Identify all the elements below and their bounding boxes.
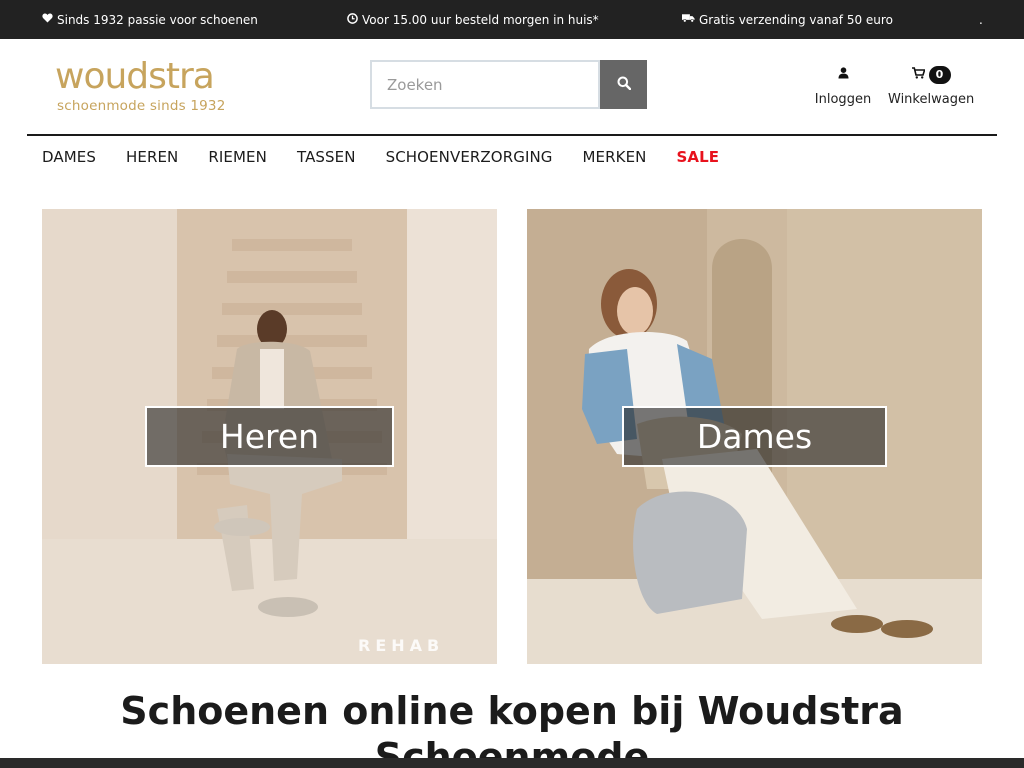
login-link[interactable]: Inloggen	[812, 66, 874, 107]
usp-since-1932: Sinds 1932 passie voor schoenen	[42, 0, 258, 39]
bottom-bar	[0, 758, 1024, 768]
heart-icon	[42, 13, 53, 26]
search-icon	[617, 76, 631, 93]
rehab-watermark: REHAB	[358, 636, 445, 655]
nav-item-sale[interactable]: SALE	[677, 148, 720, 170]
search-box	[370, 60, 600, 109]
usp-text: Gratis verzending vanaf 50 euro	[699, 12, 893, 27]
page-title: Schoenen online kopen bij Woudstra Schoe…	[120, 689, 904, 768]
nav-item-dames[interactable]: DAMES	[42, 148, 96, 170]
hero-button-dames[interactable]: Dames	[622, 406, 887, 467]
usp-free-shipping: Gratis verzending vanaf 50 euro	[682, 0, 893, 39]
logo[interactable]: woudstra schoenmode sinds 1932	[55, 58, 230, 116]
nav-item-heren[interactable]: HEREN	[126, 148, 178, 170]
logo-tagline: schoenmode sinds 1932	[57, 98, 226, 114]
usp-dot: .	[979, 12, 983, 27]
main-nav: DAMES HEREN RIEMEN TASSEN SCHOENVERZORGI…	[42, 148, 719, 170]
hero-card-heren[interactable]: Heren REHAB	[42, 209, 497, 664]
clock-icon	[347, 12, 358, 27]
usp-text: Voor 15.00 uur besteld morgen in huis*	[362, 12, 599, 27]
login-label: Inloggen	[814, 92, 872, 107]
cart-link[interactable]: 0 Winkelwagen	[888, 66, 974, 107]
nav-item-schoenverzorging[interactable]: SCHOENVERZORGING	[386, 148, 553, 170]
search-button[interactable]	[600, 60, 647, 109]
cart-icon	[911, 67, 926, 83]
hero-button-heren[interactable]: Heren	[145, 406, 394, 467]
cart-count-badge: 0	[928, 66, 951, 84]
usp-next-day-delivery: Voor 15.00 uur besteld morgen in huis*	[347, 0, 599, 39]
search-input[interactable]	[372, 62, 598, 107]
header-divider	[27, 134, 997, 136]
usp-bar: Sinds 1932 passie voor schoenen Voor 15.…	[0, 0, 1024, 39]
nav-item-merken[interactable]: MERKEN	[583, 148, 647, 170]
user-icon	[838, 67, 849, 83]
cart-label: Winkelwagen	[888, 92, 975, 107]
hero-card-dames[interactable]: Dames	[527, 209, 982, 664]
nav-item-riemen[interactable]: RIEMEN	[208, 148, 267, 170]
logo-wordmark: woudstra	[55, 56, 215, 97]
truck-icon	[682, 13, 695, 26]
usp-text: Sinds 1932 passie voor schoenen	[57, 12, 258, 27]
nav-item-tassen[interactable]: TASSEN	[297, 148, 356, 170]
